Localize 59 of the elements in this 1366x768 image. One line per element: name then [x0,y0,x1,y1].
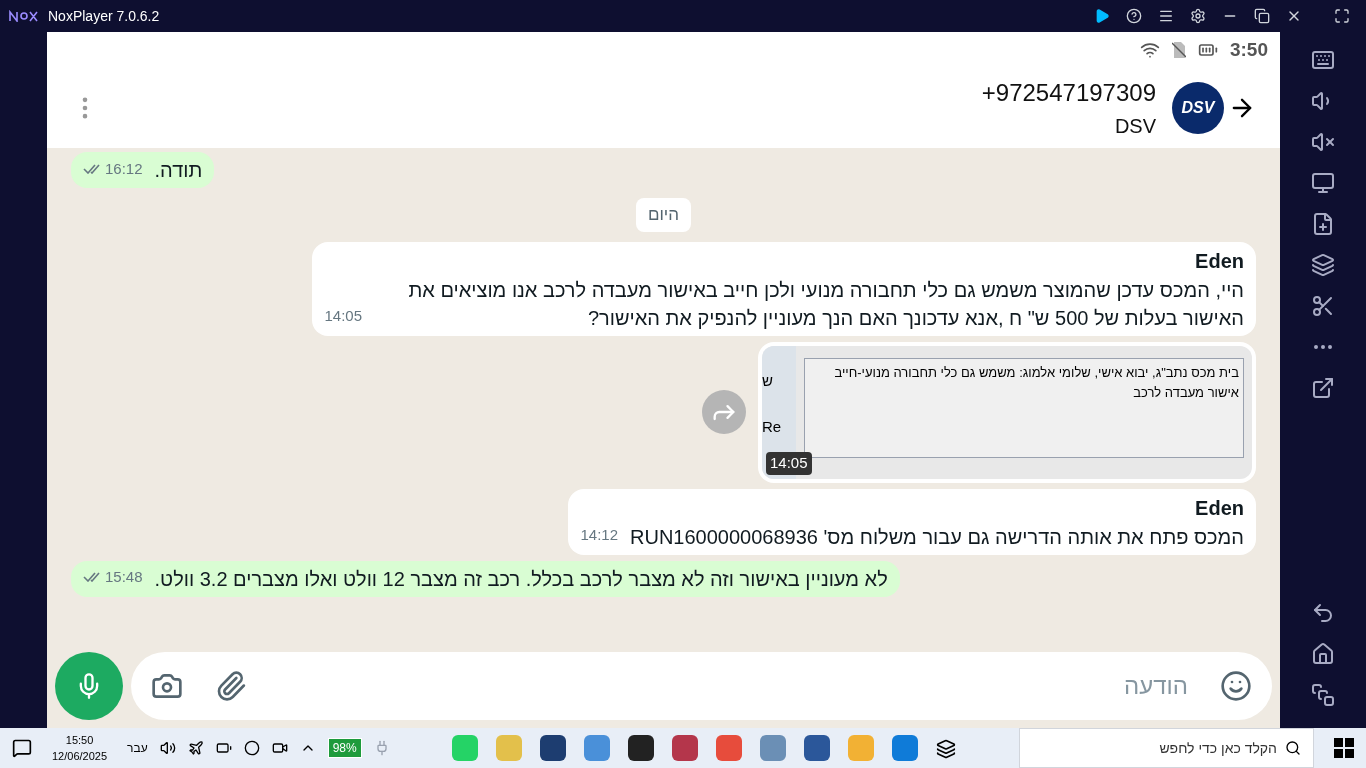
no-sim-icon [1171,41,1186,59]
message-text: לא מעוניין באישור וזה לא מצבר לרכב בכלל. רכב זה מצבר 12 וולט ואלו מצברים 3.2 וולט. [154,566,888,592]
attach-icon[interactable] [215,670,247,702]
message-text: היי, המכס עדכן שהמוצר משמש גם כלי תחבורה מנועי ולכן חייב באישור מעבדה לרכב אנו מוציאים את האישור בעלות של 500 ש" ח ,אנא עדכונך האם הנך מעוניין להנפיק את האישור? [407,277,1244,331]
menu-icon[interactable] [1158,8,1174,24]
camera-icon[interactable] [271,740,288,756]
app-icon[interactable] [804,735,831,761]
message-time: 14:05 [324,306,362,326]
contact-avatar[interactable]: DSV [1172,82,1224,134]
keyboard-icon[interactable] [1311,48,1335,72]
emoji-icon[interactable] [1220,670,1252,702]
contact-name: DSV [1114,114,1156,139]
record-icon[interactable] [243,740,260,756]
message-time: 14:05 [766,452,812,475]
scissors-icon[interactable] [1311,294,1335,318]
help-icon[interactable] [1126,8,1142,24]
wifi-icon [1139,40,1160,60]
message-time: 14:12 [580,525,618,545]
taskbar-date: 12/06/2025 [52,749,108,764]
nox-logo-icon [8,8,40,24]
airplane-icon[interactable] [187,740,204,756]
screen-icon[interactable] [1311,171,1335,195]
message-input-field[interactable]: הודעה [279,668,1188,704]
app-icon[interactable] [628,735,655,761]
back-icon[interactable] [1311,601,1335,625]
app-icon[interactable] [540,735,567,761]
sender-name: Eden [1194,495,1244,521]
battery-icon[interactable] [215,740,232,756]
message-time: 15:48 [105,567,143,587]
contact-phone: +972547197309 [981,78,1156,108]
search-field[interactable]: הקלד כאן כדי לחפש [1019,728,1314,768]
sender-name: Eden [1194,248,1244,274]
document-fragment: Re [762,417,783,437]
volume-down-icon[interactable] [1311,130,1335,154]
window-title: NoxPlayer 7.0.6.2 [48,6,160,26]
windows-logo-icon[interactable] [1334,738,1354,758]
recent-apps-icon[interactable] [1311,683,1335,707]
speaker-icon[interactable] [159,740,176,756]
share-icon[interactable] [1311,376,1335,400]
keyboard-language[interactable]: עבר [127,739,148,757]
search-icon [1285,740,1301,756]
status-time: 3:50 [1229,37,1268,62]
date-label: היום [635,198,692,232]
restore-icon[interactable] [1254,8,1270,24]
notifications-icon[interactable] [12,738,32,758]
home-icon[interactable] [1311,642,1335,666]
battery-level: 98% [327,738,362,758]
message-field[interactable]: הודעה [131,652,1272,720]
fullscreen-icon[interactable] [1334,8,1350,24]
message-text: המכס פתח את אותה הדרישה גם עבור משלוח מס' RUN1600000068936 [630,524,1244,550]
document-fragment: ש [762,370,774,391]
message-time: 16:12 [105,158,143,179]
settings-icon[interactable] [1190,8,1206,24]
double-check-icon [83,572,101,583]
double-check-icon [83,163,101,174]
taskbar-time: 15:50 [65,733,94,748]
play-store-icon[interactable] [1094,8,1110,24]
message-text: תודה. [154,158,203,183]
document-text: בית מכס נתב"ג, יבוא אישי, שלומי אלמוג: משמש גם כלי תחבורה מנועי-חייב אישור מעבדה לרכב [804,357,1244,458]
